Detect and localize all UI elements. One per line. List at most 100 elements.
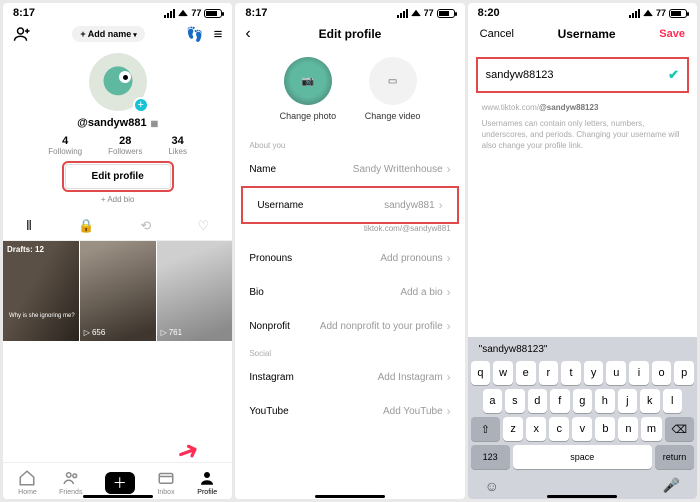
top-bar: + Add name▾ 👣 ≡ <box>3 21 232 47</box>
add-name-button[interactable]: + Add name▾ <box>72 26 144 42</box>
key-f[interactable]: f <box>550 389 569 413</box>
page-title: Edit profile <box>319 27 382 41</box>
view-count: ▷ 761 <box>161 328 183 337</box>
row-bio[interactable]: BioAdd a bio <box>235 275 464 309</box>
key-y[interactable]: y <box>584 361 604 385</box>
back-button[interactable]: ‹ <box>245 25 250 43</box>
page-title: Username <box>558 27 616 41</box>
key-a[interactable]: a <box>483 389 502 413</box>
key-k[interactable]: k <box>640 389 659 413</box>
key-v[interactable]: v <box>572 417 592 441</box>
clock: 8:20 <box>478 7 500 19</box>
key-l[interactable]: l <box>663 389 682 413</box>
key-i[interactable]: i <box>629 361 649 385</box>
key-c[interactable]: c <box>549 417 569 441</box>
screen-profile: 8:17 77 + Add name▾ 👣 ≡ + @sandyw881▦ 4F… <box>3 3 232 499</box>
tab-posts[interactable]: ⦀ <box>26 218 32 234</box>
key-g[interactable]: g <box>573 389 592 413</box>
home-indicator <box>315 495 385 498</box>
video-grid: Drafts: 12 Why is she ignoring me? ▷ 656… <box>3 241 232 341</box>
key-w[interactable]: w <box>493 361 513 385</box>
save-button[interactable]: Save <box>659 28 685 40</box>
mic-icon[interactable]: 🎤 <box>663 477 680 494</box>
clock: 8:17 <box>13 7 35 19</box>
key-space[interactable]: space <box>513 445 652 469</box>
nav-home[interactable]: Home <box>18 469 37 496</box>
qr-icon: ▦ <box>151 119 159 128</box>
avatar-plus-icon[interactable]: + <box>133 97 149 113</box>
home-indicator <box>83 495 153 498</box>
screen-username: 8:20 77 Cancel Username Save sandyw88123… <box>468 3 697 499</box>
key-h[interactable]: h <box>595 389 614 413</box>
row-instagram[interactable]: InstagramAdd Instagram <box>235 360 464 394</box>
key-123[interactable]: 123 <box>471 445 510 469</box>
video-thumb-3[interactable]: ▷ 761 <box>157 241 233 341</box>
profile-header: + @sandyw881▦ 4Following 28Followers 34L… <box>3 47 232 208</box>
keyboard: "sandyw88123" qwertyuiop asdfghjkl ⇧ zxc… <box>468 337 697 499</box>
row-pronouns[interactable]: PronounsAdd pronouns <box>235 241 464 275</box>
nav-profile[interactable]: Profile <box>197 469 217 496</box>
key-o[interactable]: o <box>652 361 672 385</box>
stat-following[interactable]: 4Following <box>48 135 82 156</box>
stat-likes[interactable]: 34Likes <box>168 135 187 156</box>
nav-create-button[interactable]: ＋ <box>105 472 135 494</box>
profile-tabs: ⦀ 🔒 ⟲ ♡ <box>3 212 232 241</box>
username-input[interactable]: sandyw88123 ✔ <box>476 57 689 93</box>
key-s[interactable]: s <box>505 389 524 413</box>
row-username[interactable]: Usernamesandyw881 <box>241 186 458 224</box>
key-r[interactable]: r <box>539 361 559 385</box>
kb-suggestion[interactable]: "sandyw88123" <box>471 341 694 361</box>
tab-liked[interactable]: ♡ <box>198 218 210 234</box>
cancel-button[interactable]: Cancel <box>480 28 514 40</box>
edit-profile-button[interactable]: Edit profile <box>65 164 171 189</box>
key-j[interactable]: j <box>618 389 637 413</box>
change-video[interactable]: ▭ Change video <box>365 57 421 121</box>
signal-icon <box>164 9 175 18</box>
key-b[interactable]: b <box>595 417 615 441</box>
add-person-icon[interactable] <box>13 25 31 43</box>
video-thumb-2[interactable]: ▷ 656 <box>80 241 156 341</box>
video-icon: ▭ <box>369 57 417 105</box>
nav-friends[interactable]: Friends <box>59 469 82 496</box>
tab-locked[interactable]: 🔒 <box>78 218 94 234</box>
key-q[interactable]: q <box>471 361 491 385</box>
status-icons: 77 <box>164 8 222 18</box>
stat-followers[interactable]: 28Followers <box>108 135 142 156</box>
change-photo[interactable]: 📷 Change photo <box>280 57 337 121</box>
nav-header: Cancel Username Save <box>468 21 697 47</box>
footprint-icon[interactable]: 👣 <box>186 26 203 43</box>
video-thumb-1[interactable]: Drafts: 12 Why is she ignoring me? <box>3 241 79 341</box>
profile-handle[interactable]: @sandyw881▦ <box>77 117 158 129</box>
avatar[interactable]: + <box>89 53 147 111</box>
key-backspace[interactable]: ⌫ <box>665 417 694 441</box>
drafts-label: Drafts: 12 <box>7 245 44 254</box>
bottom-nav: Home Friends ＋ Inbox Profile <box>3 462 232 499</box>
screen-edit-profile: 8:17 77 ‹ Edit profile 📷 Change photo ▭ … <box>235 3 464 499</box>
tab-reposts[interactable]: ⟲ <box>140 218 151 234</box>
nav-inbox[interactable]: Inbox <box>157 469 175 496</box>
battery-icon <box>437 9 455 18</box>
home-indicator <box>547 495 617 498</box>
wifi-icon <box>643 10 653 16</box>
key-n[interactable]: n <box>618 417 638 441</box>
key-return[interactable]: return <box>655 445 694 469</box>
key-d[interactable]: d <box>528 389 547 413</box>
add-bio-button[interactable]: + Add bio <box>101 195 135 204</box>
row-youtube[interactable]: YouTubeAdd YouTube <box>235 394 464 428</box>
row-nonprofit[interactable]: NonprofitAdd nonprofit to your profile <box>235 309 464 343</box>
wifi-icon <box>411 10 421 16</box>
key-u[interactable]: u <box>606 361 626 385</box>
key-x[interactable]: x <box>526 417 546 441</box>
status-bar: 8:20 77 <box>468 3 697 21</box>
key-z[interactable]: z <box>503 417 523 441</box>
key-t[interactable]: t <box>561 361 581 385</box>
menu-icon[interactable]: ≡ <box>214 26 223 43</box>
emoji-icon[interactable]: ☺ <box>485 478 499 494</box>
camera-icon: 📷 <box>284 57 332 105</box>
key-shift[interactable]: ⇧ <box>471 417 500 441</box>
row-name[interactable]: NameSandy Writtenhouse <box>235 152 464 186</box>
key-p[interactable]: p <box>674 361 694 385</box>
key-e[interactable]: e <box>516 361 536 385</box>
signal-icon <box>397 9 408 18</box>
key-m[interactable]: m <box>641 417 661 441</box>
